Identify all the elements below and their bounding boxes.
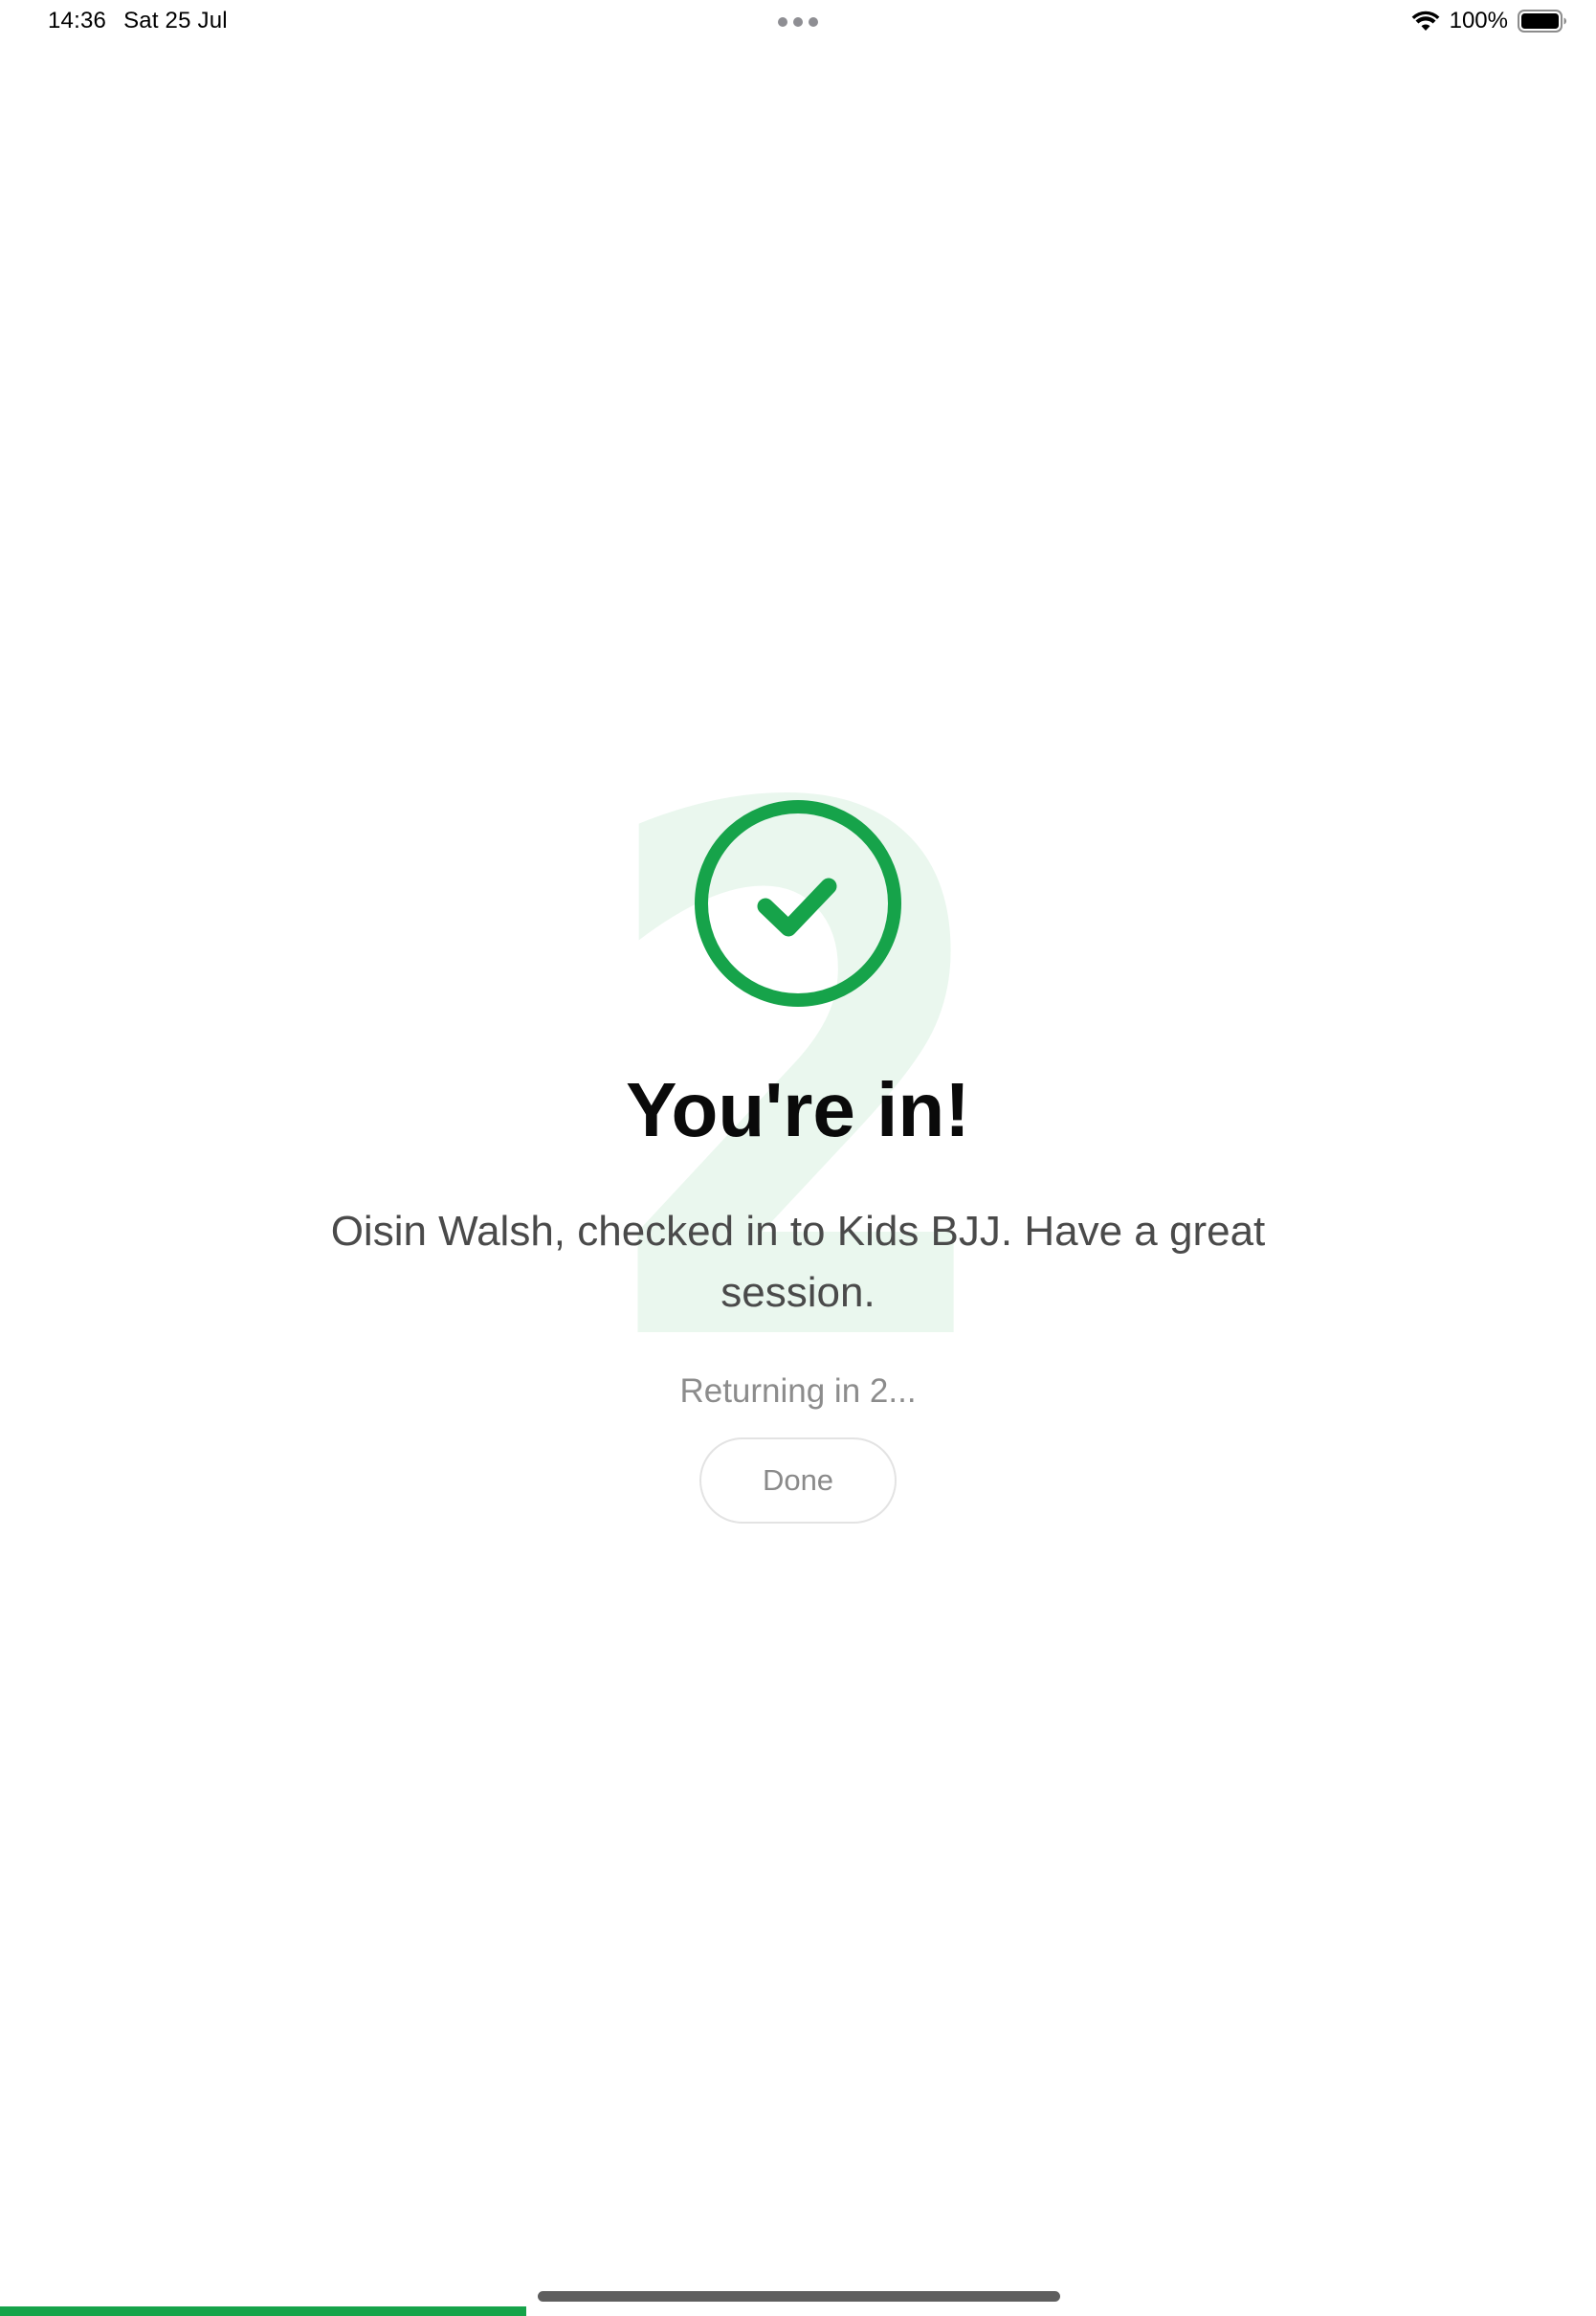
- check-in-message: Oisin Walsh, checked in to Kids BJJ. Hav…: [330, 1208, 1266, 1316]
- returning-countdown-text: Returning in 2...: [679, 1372, 917, 1410]
- done-button[interactable]: Done: [699, 1437, 897, 1524]
- status-time-date: 14:36 Sat 25 Jul: [48, 8, 228, 34]
- home-indicator[interactable]: [538, 2291, 1060, 2302]
- status-bar: 14:36 Sat 25 Jul 100%: [0, 0, 1596, 46]
- status-indicators: 100%: [1411, 8, 1567, 34]
- battery-full-icon: [1518, 10, 1566, 33]
- battery-percent: 100%: [1449, 8, 1508, 33]
- progress-fill: [0, 2306, 527, 2316]
- auto-return-progress-bar: [0, 2306, 1596, 2316]
- status-time: 14:36: [48, 8, 107, 33]
- wifi-icon: [1411, 11, 1440, 31]
- status-date: Sat 25 Jul: [123, 8, 228, 33]
- check-circle-icon: [695, 800, 901, 1007]
- check-in-success-screen: 14:36 Sat 25 Jul 100% 2 You're in! Oisin …: [0, 0, 1596, 2316]
- success-headline: You're in!: [626, 1067, 970, 1152]
- multitasking-menu-icon[interactable]: [778, 17, 818, 27]
